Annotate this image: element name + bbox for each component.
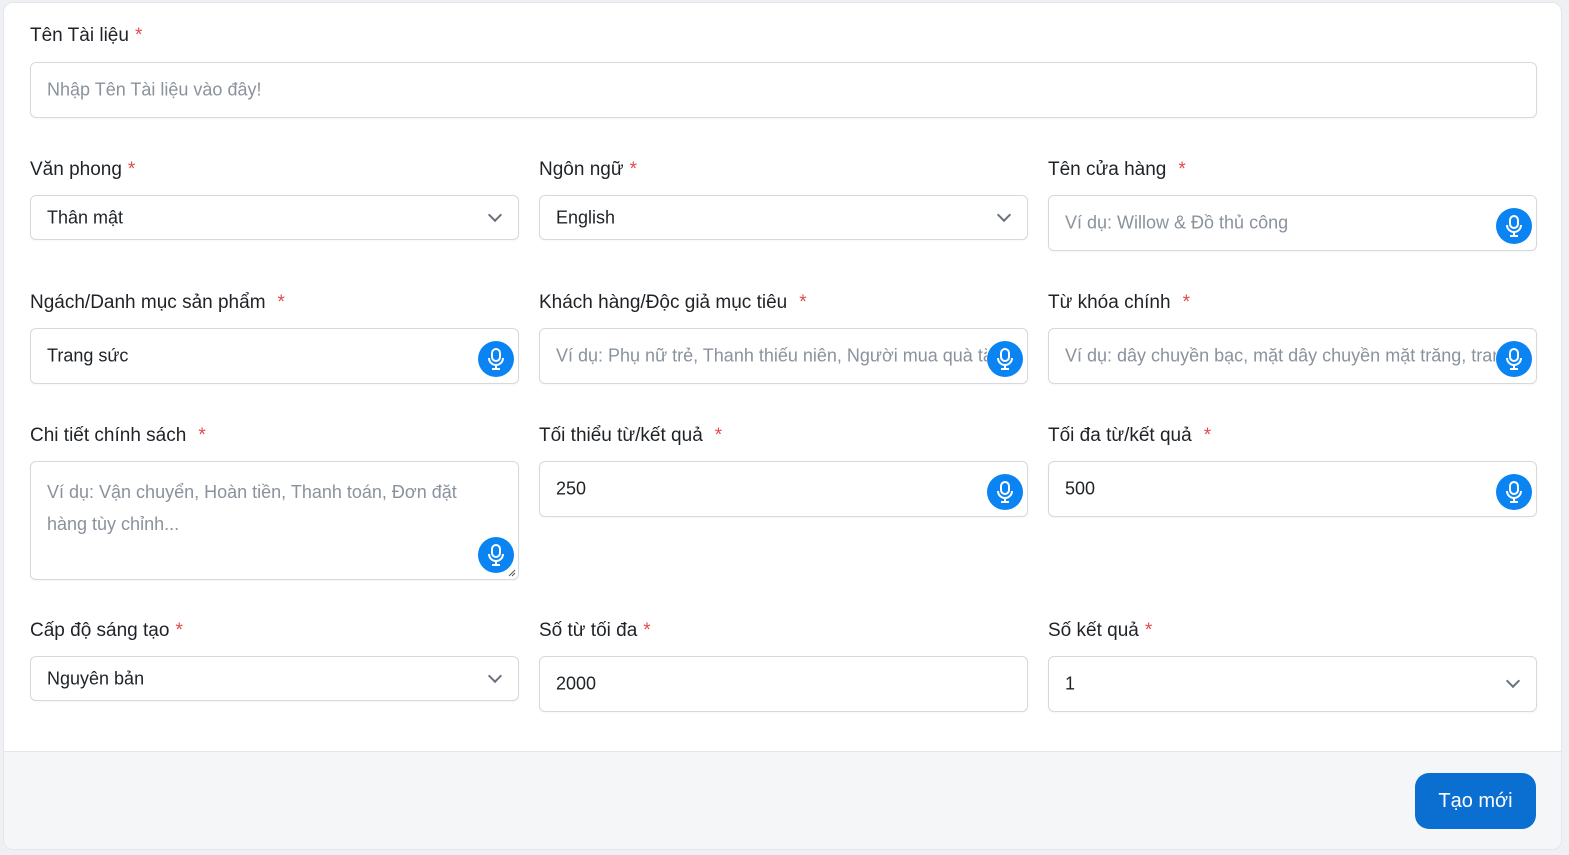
chevron-down-icon [1505,673,1521,689]
form-footer: Tạo mới [4,751,1561,849]
document-form-card: Tên Tài liệu * Nhập Tên Tài liệu vào đây!… [3,2,1562,850]
keywords-placeholder: Ví dụ: dây chuyền bạc, mặt dây chuyền mặ… [1065,345,1496,366]
resize-handle-icon[interactable] [508,569,516,577]
microphone-icon[interactable] [987,474,1023,510]
doc-name-label-text: Tên Tài liệu [30,25,129,46]
required-mark: * [799,292,807,313]
policy-textarea[interactable]: Ví dụ: Vận chuyển, Hoàn tiền, Thanh toán… [30,461,519,580]
store-name-placeholder: Ví dụ: Willow & Đồ thủ công [1065,212,1289,233]
microphone-icon[interactable] [1496,341,1532,377]
audience-input[interactable]: Ví dụ: Phụ nữ trẻ, Thanh thiếu niên, Ngư… [539,328,1028,384]
creativity-select-value: Nguyên bản [47,668,145,688]
min-words-input[interactable]: 250 [539,461,1028,517]
niche-label-text: Ngách/Danh mục sản phẩm [30,292,266,313]
microphone-icon[interactable] [1496,208,1532,244]
keywords-label: Từ khóa chính * [1048,292,1190,314]
doc-name-label: Tên Tài liệu * [30,25,142,47]
results-label-text: Số kết quả [1048,620,1139,641]
policy-label-text: Chi tiết chính sách [30,425,187,446]
language-label: Ngôn ngữ * [539,159,637,181]
min-words-value: 250 [556,478,587,499]
required-mark: * [714,425,723,446]
style-label-text: Văn phong [30,159,122,180]
required-mark: * [127,159,136,180]
language-select-value: English [556,207,616,227]
max-total-label-text: Số từ tối đa [539,620,638,641]
language-select[interactable]: English [539,195,1028,240]
niche-label: Ngách/Danh mục sản phẩm * [30,292,285,314]
min-words-label: Tối thiểu từ/kết quả * [539,425,722,447]
required-mark: * [1203,425,1212,446]
required-mark: * [277,292,285,313]
max-words-label-text: Tối đa từ/kết quả [1048,425,1192,446]
required-mark: * [629,159,637,180]
language-label-text: Ngôn ngữ [539,159,624,180]
required-mark: * [198,425,206,446]
max-words-input[interactable]: 500 [1048,461,1537,517]
create-button[interactable]: Tạo mới [1415,773,1536,829]
store-name-input[interactable]: Ví dụ: Willow & Đồ thủ công [1048,195,1537,251]
required-mark: * [643,620,651,641]
niche-input[interactable]: Trang sức [30,328,519,384]
required-mark: * [1178,159,1186,180]
microphone-icon[interactable] [478,537,514,573]
required-mark: * [1182,292,1190,313]
chevron-down-icon [487,668,503,683]
audience-label-text: Khách hàng/Độc giả mục tiêu [539,292,788,313]
min-words-label-text: Tối thiểu từ/kết quả [539,425,703,446]
niche-value: Trang sức [47,345,129,366]
store-name-label-text: Tên cửa hàng [1048,159,1167,180]
keywords-label-text: Từ khóa chính [1048,292,1171,313]
style-select[interactable]: Thân mật [30,195,519,240]
style-select-value: Thân mật [47,207,124,227]
max-words-value: 500 [1065,478,1096,499]
required-mark: * [175,620,183,641]
style-label: Văn phong * [30,159,135,181]
max-words-label: Tối đa từ/kết quả * [1048,425,1211,447]
policy-placeholder: Ví dụ: Vận chuyển, Hoàn tiền, Thanh toán… [47,482,457,534]
chevron-down-icon [487,207,503,222]
audience-label: Khách hàng/Độc giả mục tiêu * [539,292,807,314]
doc-name-input[interactable]: Nhập Tên Tài liệu vào đây! [30,62,1537,118]
required-mark: * [134,25,143,46]
max-total-value: 2000 [556,673,597,694]
microphone-icon[interactable] [1496,474,1532,510]
results-select[interactable]: 1 [1048,656,1537,712]
microphone-icon[interactable] [478,341,514,377]
creativity-select[interactable]: Nguyên bản [30,656,519,701]
results-label: Số kết quả * [1048,620,1152,642]
chevron-down-icon [996,207,1012,222]
max-total-label: Số từ tối đa * [539,620,651,642]
keywords-input[interactable]: Ví dụ: dây chuyền bạc, mặt dây chuyền mặ… [1048,328,1537,384]
policy-label: Chi tiết chính sách * [30,425,206,447]
creativity-label-text: Cấp độ sáng tạo [30,620,170,641]
audience-placeholder: Ví dụ: Phụ nữ trẻ, Thanh thiếu niên, Ngư… [556,345,987,366]
results-select-value: 1 [1065,673,1076,694]
max-total-input[interactable]: 2000 [539,656,1028,712]
creativity-label: Cấp độ sáng tạo * [30,620,183,642]
required-mark: * [1144,620,1153,641]
store-name-label: Tên cửa hàng * [1048,159,1186,181]
microphone-icon[interactable] [987,341,1023,377]
doc-name-placeholder: Nhập Tên Tài liệu vào đây! [47,79,262,100]
